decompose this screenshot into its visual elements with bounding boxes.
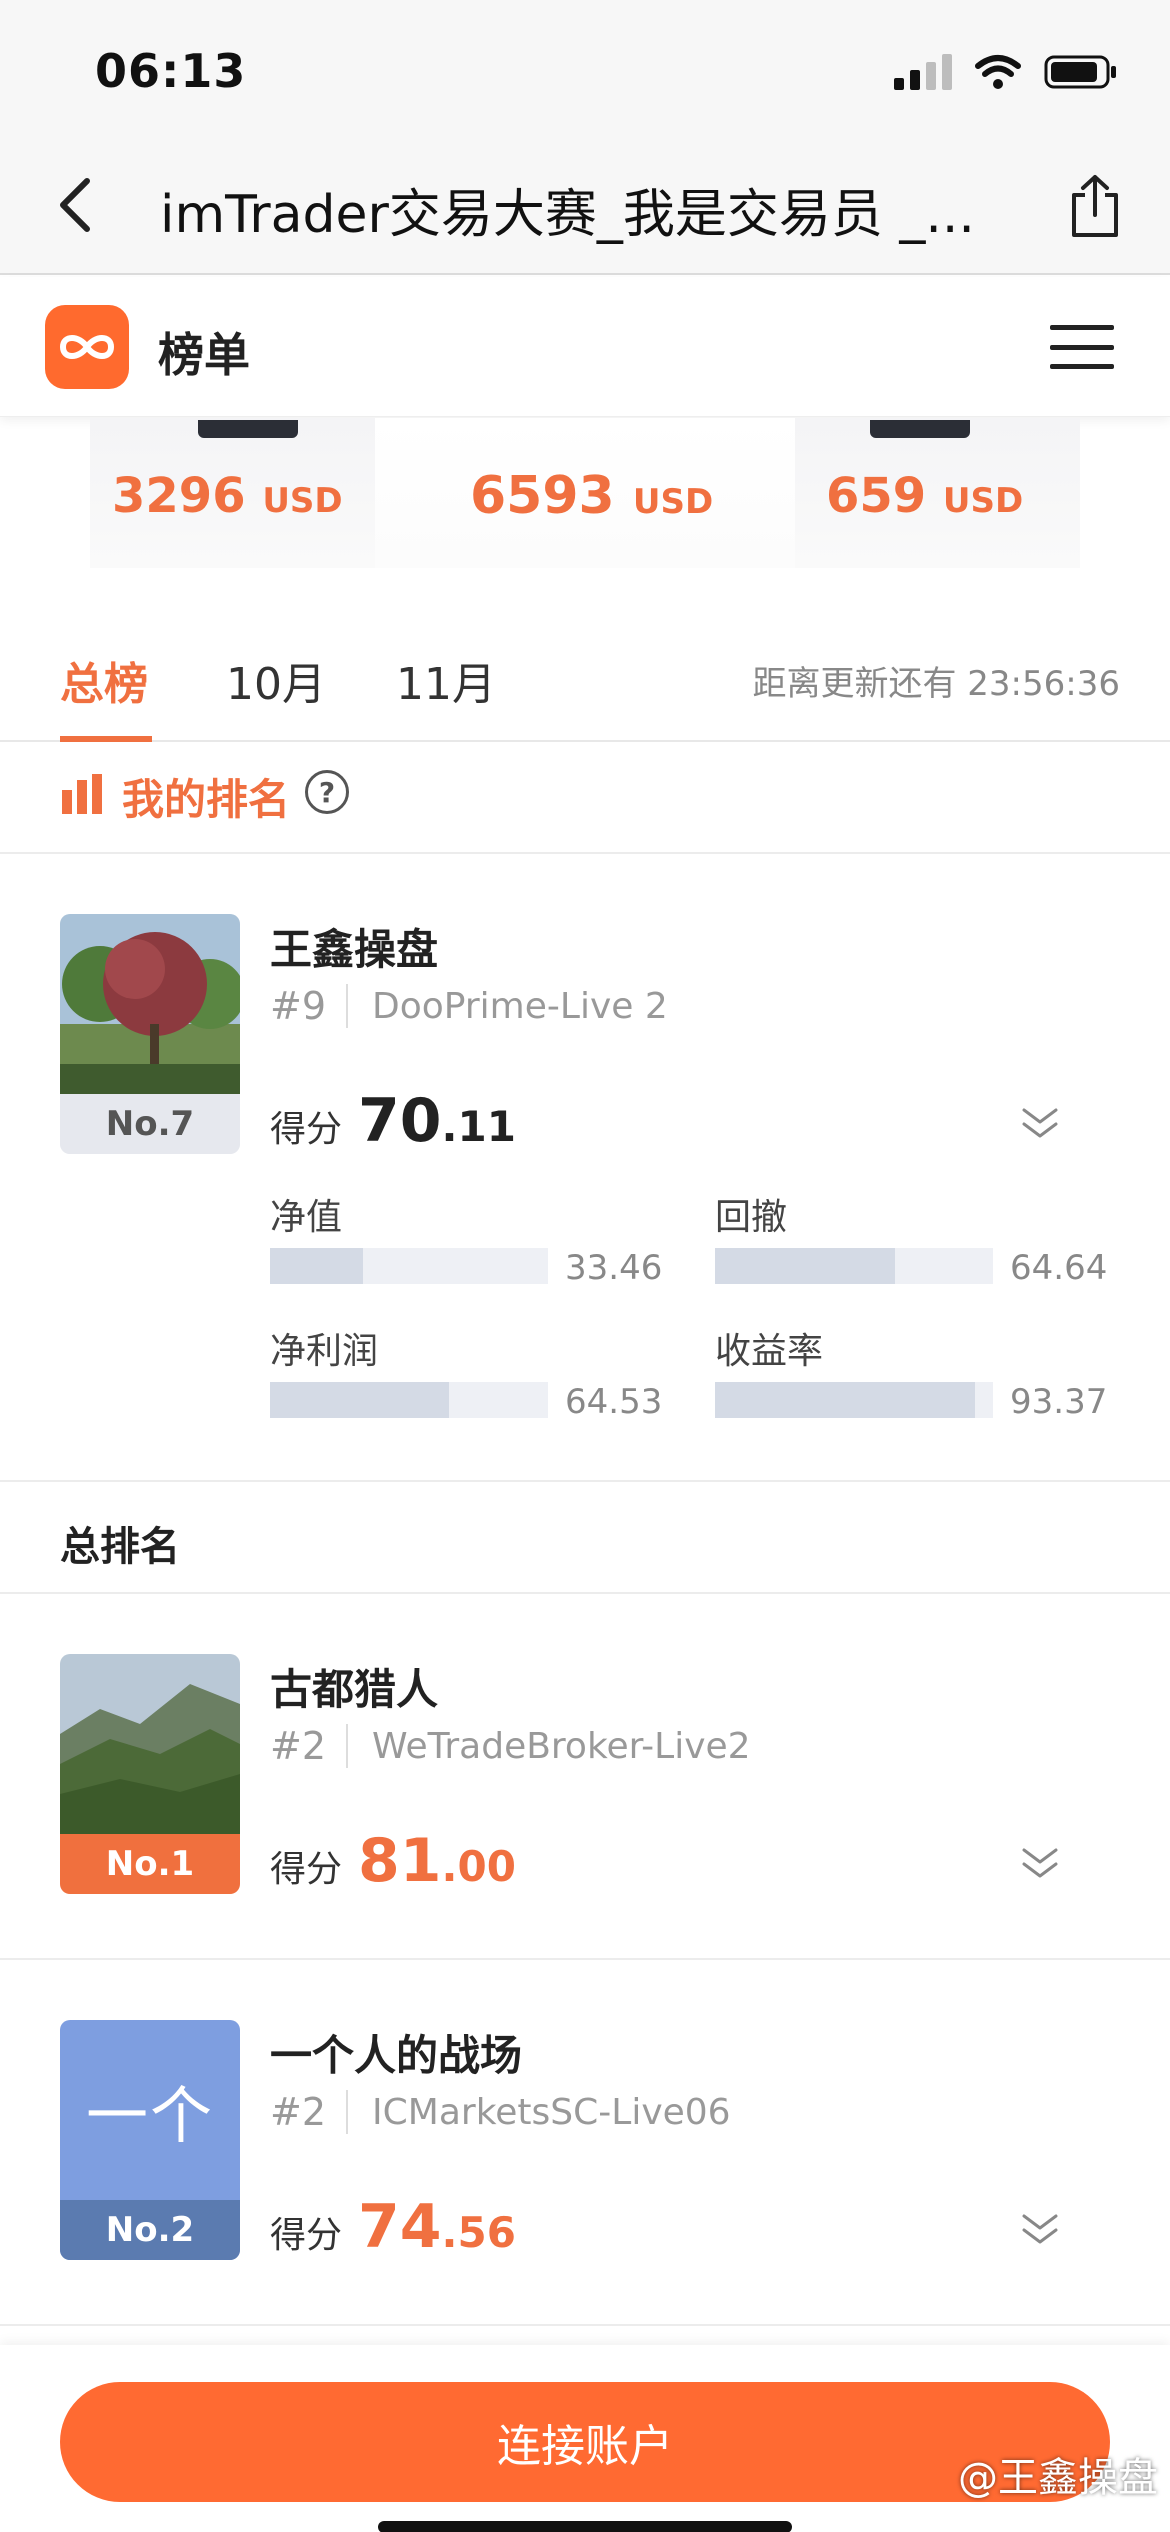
metric-bar-return-rate bbox=[715, 1382, 993, 1418]
back-button[interactable] bbox=[40, 170, 110, 240]
chevron-left-icon bbox=[60, 178, 90, 232]
trader-name: 古都猎人 bbox=[270, 1665, 439, 1714]
app-logo[interactable] bbox=[45, 305, 129, 389]
trader-name: 一个人的战场 bbox=[270, 2031, 523, 2080]
score-line: 得分 70 .11 bbox=[270, 1086, 516, 1156]
tab-november[interactable]: 11月 bbox=[396, 648, 496, 712]
ranking-entry[interactable]: No.1 古都猎人 #2 WeTradeBroker-Live2 得分 81 .… bbox=[0, 1596, 1170, 1960]
help-icon[interactable]: ? bbox=[305, 770, 349, 814]
logo-icon bbox=[59, 335, 115, 359]
score-value-int: 74 bbox=[358, 2192, 442, 2262]
metric-value-return-rate: 93.37 bbox=[1010, 1382, 1108, 1422]
metric-label-drawdown: 回撤 bbox=[715, 1197, 788, 1238]
chevron-down-icon[interactable] bbox=[1020, 2208, 1060, 2248]
connect-account-button[interactable]: 连接账户 bbox=[60, 2382, 1110, 2502]
metric-value-drawdown: 64.64 bbox=[1010, 1248, 1108, 1288]
battery-icon bbox=[1044, 55, 1116, 89]
bottom-action-area: 连接账户 @王鑫操盘 bbox=[0, 2345, 1170, 2532]
score-value-dec: .00 bbox=[441, 1842, 516, 1891]
chevron-down-icon[interactable] bbox=[1020, 1102, 1060, 1142]
my-rank-title: 我的排名 bbox=[122, 775, 291, 824]
metric-label-return-rate: 收益率 bbox=[715, 1331, 824, 1372]
score-line: 得分 74 .56 bbox=[270, 2192, 516, 2262]
update-countdown: 距离更新还有 23:56:36 bbox=[752, 664, 1120, 704]
prize-podium: 3296 USD 6593 USD 659 USD bbox=[0, 418, 1170, 578]
avatar-text: 一个 bbox=[85, 2079, 214, 2152]
rank-number: #2 bbox=[270, 1724, 327, 1768]
overall-ranking-title: 总排名 bbox=[60, 1524, 180, 1570]
page-title: imTrader交易大赛_我是交易员 _... bbox=[160, 185, 975, 245]
overall-ranking-header: 总排名 bbox=[0, 1484, 1170, 1594]
server-name: WeTradeBroker-Live2 bbox=[372, 1725, 751, 1767]
rank-number: #2 bbox=[270, 2090, 327, 2134]
score-value-dec: .56 bbox=[441, 2208, 516, 2257]
rank-server-line: #9 DooPrime-Live 2 bbox=[270, 984, 668, 1028]
status-icons bbox=[894, 54, 1118, 90]
score-label: 得分 bbox=[270, 2215, 343, 2256]
menu-icon bbox=[1050, 325, 1114, 330]
prize-first: 6593 USD bbox=[470, 466, 714, 526]
browser-nav-bar: imTrader交易大赛_我是交易员 _... bbox=[0, 140, 1170, 275]
metric-bar-drawdown bbox=[715, 1248, 993, 1284]
avatar: No.1 bbox=[60, 1654, 240, 1894]
metric-bar-equity bbox=[270, 1248, 548, 1284]
metric-value-net-profit: 64.53 bbox=[565, 1382, 663, 1422]
score-label: 得分 bbox=[270, 1109, 343, 1150]
leaderboard-tabs: 总榜 10月 11月 距离更新还有 23:56:36 bbox=[0, 600, 1170, 742]
server-name: ICMarketsSC-Live06 bbox=[372, 2091, 731, 2133]
metric-fill bbox=[270, 1382, 450, 1418]
score-label: 得分 bbox=[270, 1849, 343, 1890]
podium-marker-left bbox=[198, 420, 298, 438]
cellular-signal-icon bbox=[894, 54, 952, 90]
score-value-dec: .11 bbox=[441, 1102, 516, 1151]
podium-marker-right bbox=[870, 420, 970, 438]
server-name: DooPrime-Live 2 bbox=[372, 985, 668, 1027]
metric-fill bbox=[715, 1248, 895, 1284]
share-button[interactable] bbox=[1060, 168, 1130, 244]
my-rank-card[interactable]: No.7 王鑫操盘 #9 DooPrime-Live 2 得分 70 .11 净… bbox=[0, 856, 1170, 1482]
metric-value-equity: 33.46 bbox=[565, 1248, 663, 1288]
avatar-photo-tree bbox=[60, 914, 240, 1094]
tab-october[interactable]: 10月 bbox=[226, 648, 326, 712]
rank-number: #9 bbox=[270, 984, 327, 1028]
metric-bar-net-profit bbox=[270, 1382, 548, 1418]
app-title: 榜单 bbox=[158, 328, 250, 382]
home-indicator bbox=[378, 2521, 792, 2532]
chevron-down-icon[interactable] bbox=[1020, 1842, 1060, 1882]
ranking-entry[interactable]: 一个 No.2 一个人的战场 #2 ICMarketsSC-Live06 得分 … bbox=[0, 1962, 1170, 2326]
share-icon bbox=[1072, 175, 1118, 237]
app-header: 榜单 bbox=[0, 277, 1170, 417]
score-value-int: 70 bbox=[358, 1086, 442, 1156]
metric-fill bbox=[715, 1382, 975, 1418]
bar-chart-icon bbox=[62, 774, 106, 814]
metric-label-net-profit: 净利润 bbox=[270, 1331, 379, 1372]
metric-fill bbox=[270, 1248, 364, 1284]
prize-second: 3296 USD bbox=[112, 468, 343, 524]
prize-third: 659 USD bbox=[826, 468, 1024, 524]
avatar: 一个 No.2 bbox=[60, 2020, 240, 2260]
metric-label-equity: 净值 bbox=[270, 1197, 343, 1238]
wifi-icon bbox=[975, 55, 1021, 89]
watermark: @王鑫操盘 bbox=[958, 2455, 1158, 2501]
rank-server-line: #2 WeTradeBroker-Live2 bbox=[270, 1724, 751, 1768]
tab-overall[interactable]: 总榜 bbox=[60, 648, 148, 712]
avatar: No.7 bbox=[60, 914, 240, 1154]
rank-badge: No.2 bbox=[60, 2200, 240, 2260]
rank-server-line: #2 ICMarketsSC-Live06 bbox=[270, 2090, 731, 2134]
status-time: 06:13 bbox=[95, 44, 247, 98]
trader-name: 王鑫操盘 bbox=[270, 925, 439, 974]
rank-badge: No.1 bbox=[60, 1834, 240, 1894]
rank-badge: No.7 bbox=[60, 1094, 240, 1154]
score-line: 得分 81 .00 bbox=[270, 1826, 516, 1896]
avatar-photo-mountains bbox=[60, 1654, 240, 1834]
status-bar: 06:13 bbox=[0, 0, 1170, 140]
score-value-int: 81 bbox=[358, 1826, 442, 1896]
menu-button[interactable] bbox=[1050, 325, 1114, 369]
my-rank-header: 我的排名 ? bbox=[0, 744, 1170, 854]
active-tab-indicator bbox=[60, 736, 152, 742]
